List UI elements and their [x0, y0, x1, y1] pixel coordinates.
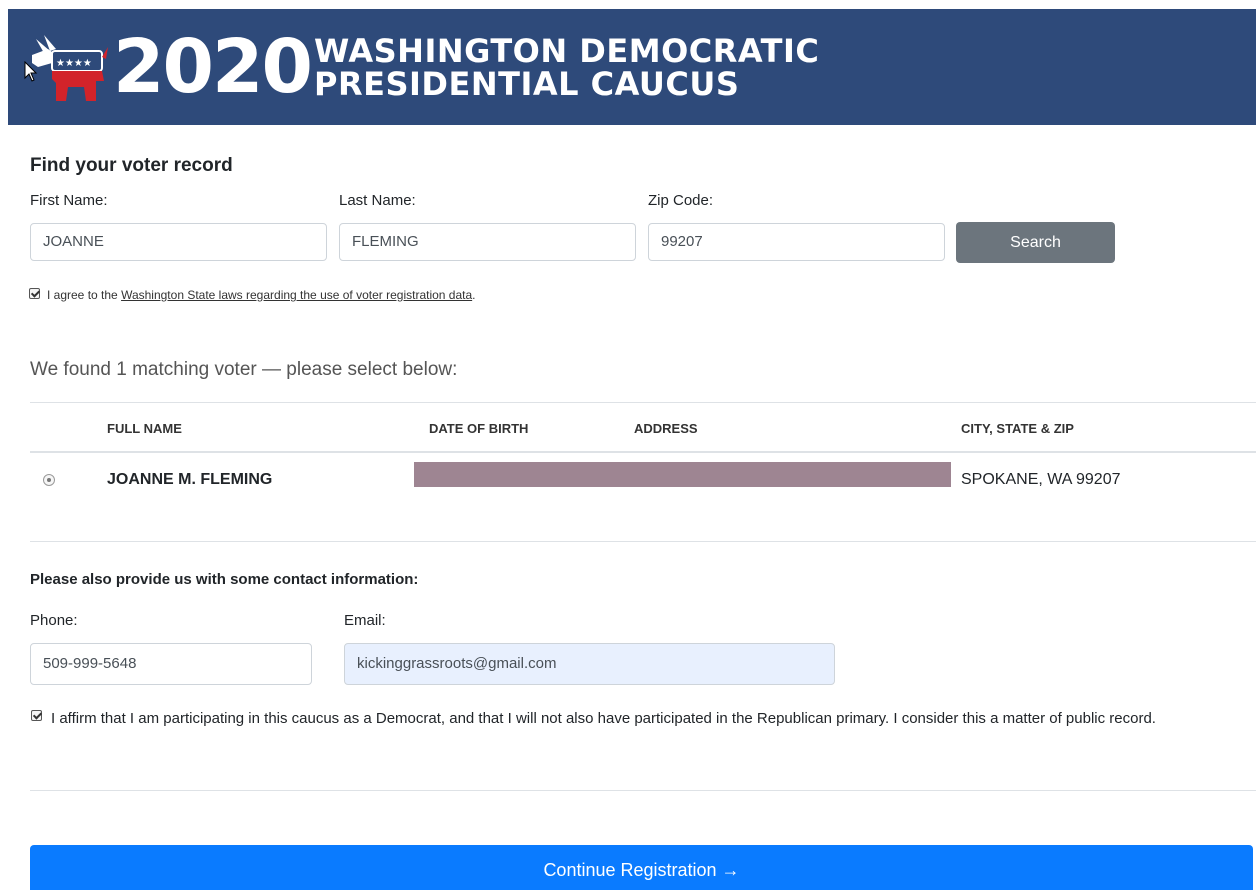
results-summary: We found 1 matching voter — please selec… [30, 359, 458, 380]
email-input[interactable]: kickinggrassroots@gmail.com [344, 643, 835, 685]
header-year: 2020 [113, 24, 313, 110]
footer-divider [30, 790, 1256, 791]
affirm-checkbox[interactable] [31, 710, 42, 721]
voter-full-name: JOANNE M. FLEMING [107, 471, 273, 488]
mouse-cursor-icon [24, 61, 38, 82]
contact-heading: Please also provide us with some contact… [30, 571, 419, 588]
agree-prefix: I agree to the [47, 288, 122, 302]
voter-city-state-zip: SPOKANE, WA 99207 [961, 471, 1121, 488]
header-banner: ★★★★ 2020 WASHINGTON DEMOCRATIC PRESIDEN… [8, 9, 1256, 125]
column-header-city-state-zip: CITY, STATE & ZIP [961, 421, 1074, 436]
continue-registration-button[interactable]: Continue Registration → [30, 845, 1253, 890]
header-title-line2: PRESIDENTIAL CAUCUS [314, 65, 740, 103]
last-name-label: Last Name: [339, 192, 416, 209]
header-title-line1: WASHINGTON DEMOCRATIC [314, 32, 820, 70]
table-header-divider [30, 451, 1256, 453]
agree-text: I agree to the Washington State laws reg… [47, 288, 476, 302]
agree-suffix: . [472, 288, 476, 302]
find-voter-heading: Find your voter record [30, 155, 233, 176]
zip-code-label: Zip Code: [648, 192, 714, 209]
column-header-full-name: FULL NAME [107, 421, 182, 436]
page: ★★★★ 2020 WASHINGTON DEMOCRATIC PRESIDEN… [0, 0, 1256, 890]
logo-stars: ★★★★ [56, 58, 92, 69]
zip-code-input[interactable]: 99207 [648, 223, 945, 261]
phone-input[interactable]: 509-999-5648 [30, 643, 312, 685]
agree-checkbox[interactable] [29, 288, 40, 299]
democratic-donkey-logo-icon: ★★★★ [32, 35, 108, 101]
search-button[interactable]: Search [956, 222, 1115, 263]
header-title: WASHINGTON DEMOCRATIC PRESIDENTIAL CAUCU… [314, 35, 819, 101]
column-header-date-of-birth: DATE OF BIRTH [429, 421, 529, 436]
table-top-divider [30, 402, 1256, 403]
column-header-address: ADDRESS [634, 421, 698, 436]
redacted-dob-address [414, 462, 951, 487]
phone-label: Phone: [30, 612, 78, 629]
affirm-text: I affirm that I am participating in this… [51, 710, 1156, 727]
last-name-input[interactable]: FLEMING [339, 223, 636, 261]
first-name-input[interactable]: JOANNE [30, 223, 327, 261]
laws-link[interactable]: Washington State laws regarding the use … [121, 288, 472, 302]
first-name-label: First Name: [30, 192, 108, 209]
voter-select-radio[interactable] [43, 474, 55, 486]
section-divider [30, 541, 1256, 542]
email-label: Email: [344, 612, 386, 629]
